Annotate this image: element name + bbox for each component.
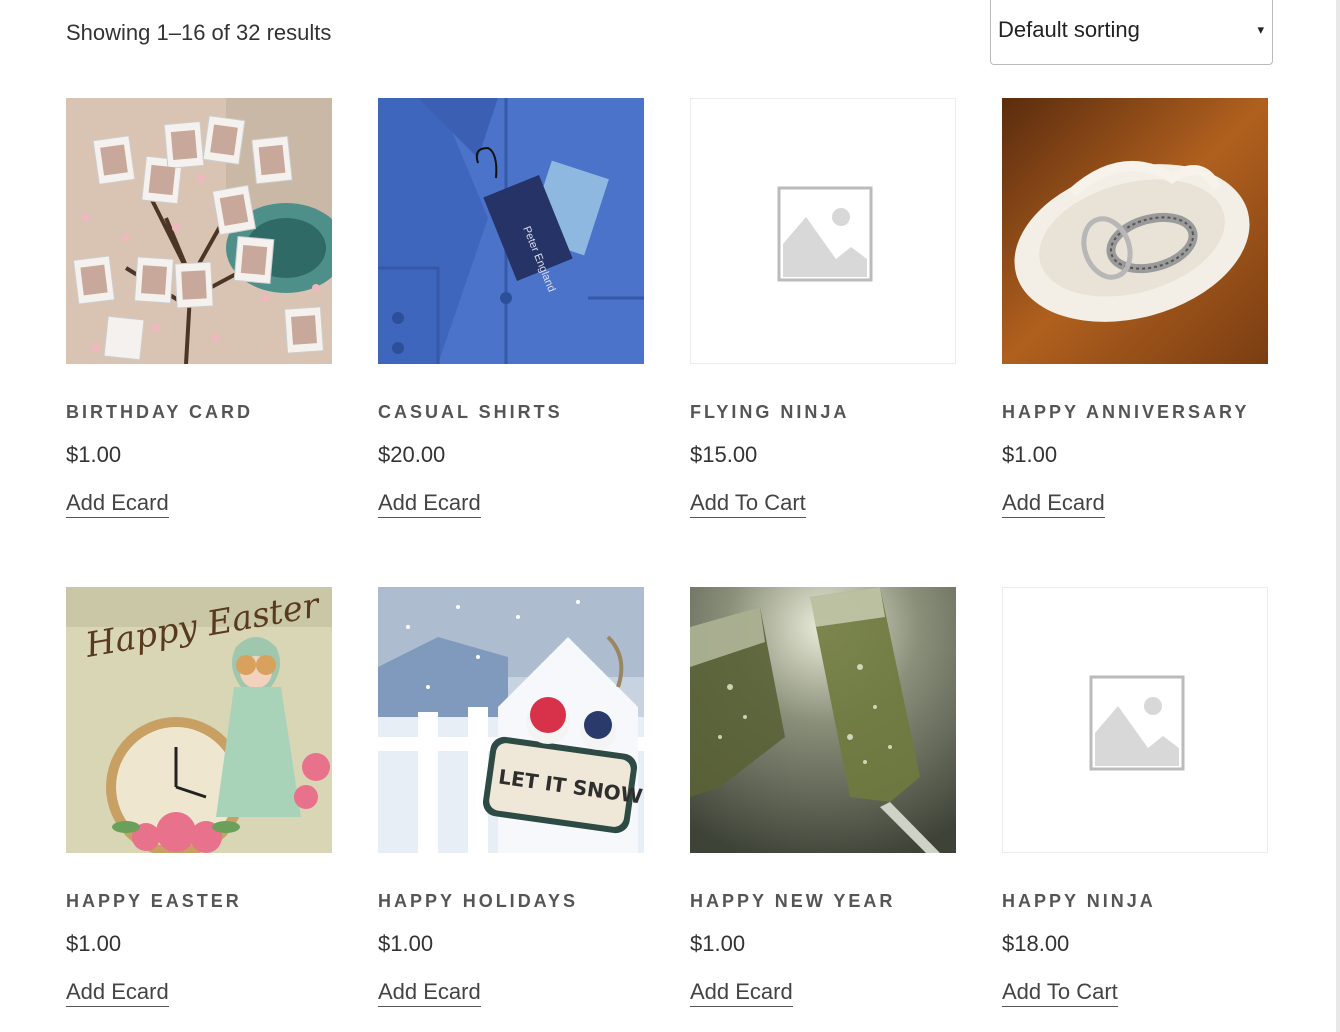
product-card-happy-anniversary: Happy Anniversary $1.00 Add Ecard bbox=[1002, 98, 1268, 518]
result-count: Showing 1–16 of 32 results bbox=[66, 20, 332, 45]
product-title[interactable]: Flying Ninja bbox=[690, 400, 956, 424]
product-image-birthday-card[interactable] bbox=[66, 98, 332, 364]
product-image-happy-anniversary[interactable] bbox=[1002, 98, 1268, 364]
birthday-photos-image bbox=[66, 98, 332, 364]
product-price: $18.00 bbox=[1002, 931, 1070, 956]
product-price: $15.00 bbox=[690, 442, 758, 467]
product-price: $1.00 bbox=[690, 931, 746, 956]
product-image-happy-ninja[interactable] bbox=[1002, 587, 1268, 853]
product-card-happy-ninja: Happy Ninja $18.00 Add To Cart bbox=[1002, 587, 1268, 1007]
placeholder-image-icon bbox=[777, 186, 873, 282]
add-ecard-button[interactable]: Add Ecard bbox=[690, 979, 793, 1007]
add-ecard-button[interactable]: Add Ecard bbox=[1002, 490, 1105, 518]
add-to-cart-button[interactable]: Add To Cart bbox=[690, 490, 806, 518]
add-ecard-button[interactable]: Add Ecard bbox=[378, 490, 481, 518]
product-card-birthday-card: Birthday Card $1.00 Add Ecard bbox=[66, 98, 332, 518]
product-image-happy-easter[interactable]: Happy Easter bbox=[66, 587, 332, 853]
product-title[interactable]: Casual Shirts bbox=[378, 400, 644, 424]
product-image-casual-shirts[interactable]: Peter England bbox=[378, 98, 644, 364]
sort-select[interactable]: Default sorting ▾ bbox=[990, 0, 1273, 65]
product-card-flying-ninja: Flying Ninja $15.00 Add To Cart bbox=[690, 98, 956, 518]
easter-card-image: Happy Easter bbox=[66, 587, 332, 853]
champagne-glasses-image bbox=[690, 587, 956, 853]
placeholder-image-icon bbox=[1089, 675, 1185, 771]
product-card-happy-holidays: LET IT SNOW Happy Holidays $1.00 Add Eca… bbox=[378, 587, 644, 1007]
add-ecard-button[interactable]: Add Ecard bbox=[66, 490, 169, 518]
product-price: $1.00 bbox=[1002, 442, 1058, 467]
add-ecard-button[interactable]: Add Ecard bbox=[66, 979, 169, 1007]
product-image-happy-new-year[interactable] bbox=[690, 587, 956, 853]
product-price: $1.00 bbox=[66, 931, 122, 956]
let-it-snow-image: LET IT SNOW bbox=[378, 587, 644, 853]
blue-shirt-image: Peter England bbox=[378, 98, 644, 364]
shop-page: Showing 1–16 of 32 results Default sorti… bbox=[0, 0, 1340, 1032]
sort-selected-value: Default sorting bbox=[998, 17, 1140, 42]
product-title[interactable]: Happy Holidays bbox=[378, 889, 644, 913]
product-card-happy-new-year: Happy New Year $1.00 Add Ecard bbox=[690, 587, 956, 1007]
rings-on-dish-image bbox=[1002, 98, 1268, 364]
add-ecard-button[interactable]: Add Ecard bbox=[378, 979, 481, 1007]
product-title[interactable]: Birthday Card bbox=[66, 400, 332, 424]
product-image-flying-ninja[interactable] bbox=[690, 98, 956, 364]
product-price: $20.00 bbox=[378, 442, 446, 467]
product-title[interactable]: Happy Ninja bbox=[1002, 889, 1268, 913]
product-image-happy-holidays[interactable]: LET IT SNOW bbox=[378, 587, 644, 853]
product-title[interactable]: Happy Easter bbox=[66, 889, 332, 913]
chevron-down-icon: ▾ bbox=[1257, 22, 1264, 37]
scrollbar[interactable] bbox=[1336, 0, 1340, 1032]
product-title[interactable]: Happy Anniversary bbox=[1002, 400, 1268, 424]
product-price: $1.00 bbox=[66, 442, 122, 467]
product-card-happy-easter: Happy Easter Happy Easter $1.00 Add Ecar… bbox=[66, 587, 332, 1007]
product-card-casual-shirts: Peter England Casual Shirts $20.00 Add E… bbox=[378, 98, 644, 518]
add-to-cart-button[interactable]: Add To Cart bbox=[1002, 979, 1118, 1007]
product-price: $1.00 bbox=[378, 931, 434, 956]
product-title[interactable]: Happy New Year bbox=[690, 889, 956, 913]
